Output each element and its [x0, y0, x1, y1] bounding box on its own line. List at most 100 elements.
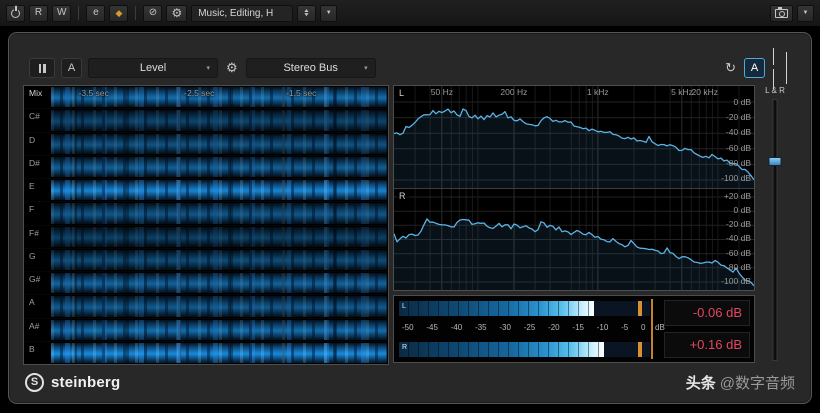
compare-button[interactable]: ◆ — [109, 4, 129, 22]
db-label: 0 dB — [733, 97, 752, 107]
fader-column: L & R — [761, 85, 789, 365]
scale-tick: -45 — [426, 323, 438, 332]
db-label: -60 dB — [725, 142, 751, 153]
layout-single-button[interactable] — [771, 47, 776, 89]
note-label: F — [29, 204, 35, 215]
chevron-down-icon: ▾ — [206, 65, 210, 72]
spectrogram-band — [51, 133, 387, 154]
fader-handle[interactable] — [768, 157, 782, 166]
plugin-content: Mix C# D D# E F F# G G# A A# B -3.5 sec … — [23, 85, 797, 365]
meter-bar-left: L — [399, 301, 650, 316]
spectrogram-band — [51, 226, 387, 247]
chromagram-row: A# — [24, 318, 388, 342]
snapshot-a-button[interactable]: A — [744, 58, 765, 78]
edit-channel-button[interactable]: e — [86, 4, 106, 22]
preset-menu-button[interactable]: ▼ — [320, 4, 338, 22]
level-meter-panel: L -50 -45 -40 -35 -30 -25 -20 -15 -10 -5… — [393, 295, 755, 363]
module-select[interactable]: Level ▾ — [88, 58, 218, 78]
gear-icon: ⚙ — [226, 60, 238, 75]
header-right-controls: ↻ A — [723, 47, 791, 89]
steinberg-logo-icon: S — [25, 372, 44, 392]
spectrogram-band — [51, 342, 387, 363]
chromagram-row: D# — [24, 155, 388, 179]
chromagram-row: G — [24, 248, 388, 272]
toolbar-separator — [135, 6, 137, 20]
diamond-icon: ◆ — [115, 7, 123, 18]
plugin-footer: S steinberg 头条 @数字音频 — [25, 365, 795, 399]
note-label: B — [29, 343, 35, 354]
source-select-value: Stereo Bus — [283, 62, 338, 74]
camera-icon — [775, 6, 788, 18]
db-label: +20 dB — [723, 191, 751, 201]
fader-track[interactable] — [772, 99, 778, 361]
write-automation-button[interactable]: W — [52, 4, 72, 22]
plugin-settings-button[interactable]: ⚙ — [166, 4, 188, 22]
db-label: -100 dB — [721, 172, 751, 183]
note-label: D# — [29, 157, 40, 168]
reset-button[interactable]: ↻ — [723, 60, 738, 76]
spectrogram-band — [51, 319, 387, 340]
spectrogram-band — [51, 249, 387, 270]
pause-icon — [38, 63, 46, 73]
note-label: C# — [29, 111, 40, 122]
spectrogram-band — [51, 273, 387, 294]
db-label: -100 dB — [721, 275, 751, 286]
layout-split-icon — [786, 52, 787, 84]
spectrum-left-channel: L 50 Hz 200 Hz 1 kHz 5 kHz 20 kHz 0 dB -… — [394, 86, 754, 189]
toolbar-separator — [78, 6, 80, 20]
bypass-button[interactable]: ⊘ — [143, 4, 163, 22]
time-label: -3.5 sec — [78, 88, 109, 98]
chevron-down-icon: ▾ — [364, 65, 368, 72]
freq-label: 20 kHz — [691, 87, 718, 97]
db-label: 0 dB — [733, 205, 752, 216]
meter-channel-label: L — [402, 303, 406, 310]
freq-label: 200 Hz — [500, 87, 528, 97]
peak-hold-marker — [638, 342, 643, 357]
preset-selector[interactable]: Music, Editing, H — [191, 4, 294, 22]
preset-prev-next-button[interactable]: ▲ ▼ — [297, 4, 317, 22]
preset-name: Music, Editing, H — [198, 7, 274, 19]
output-menu-button[interactable]: ▼ — [797, 4, 814, 22]
chromagram-row: D — [24, 132, 388, 156]
spectrum-curve-left — [394, 86, 754, 188]
snapshot-camera-button[interactable] — [770, 4, 793, 22]
db-label: -20 dB — [725, 219, 751, 230]
pause-button[interactable] — [29, 58, 55, 78]
scale-tick: -25 — [523, 323, 536, 332]
refresh-icon: ↻ — [725, 60, 736, 75]
chevron-down-icon: ▼ — [325, 10, 332, 16]
bypass-icon: ⊘ — [148, 7, 158, 18]
spectrogram-band — [51, 203, 387, 224]
db-label: -20 dB — [725, 112, 751, 123]
watermark: 头条 @数字音频 — [686, 372, 795, 393]
ab-toggle-button[interactable]: A — [61, 58, 82, 78]
scale-tick: -5 — [621, 323, 629, 332]
scale-tick: -10 — [596, 323, 609, 332]
note-label: A — [29, 297, 35, 308]
db-label: -40 dB — [725, 127, 751, 138]
note-label: F# — [29, 227, 39, 238]
supervision-plugin-window: A Level ▾ ⚙ Stereo Bus ▾ ↻ A Mix C# D D#… — [8, 32, 812, 404]
read-automation-button[interactable]: R — [29, 4, 48, 22]
module-settings-button[interactable]: ⚙ — [224, 60, 240, 76]
fader-label: L & R — [765, 86, 785, 95]
note-label: G# — [29, 274, 41, 284]
header-left-controls: A Level ▾ ⚙ Stereo Bus ▾ — [29, 58, 376, 78]
layout-split-button[interactable] — [782, 52, 791, 84]
scale-tick: 0 — [641, 323, 646, 332]
spectrogram-band — [51, 180, 387, 201]
channel-tag: L — [397, 88, 408, 99]
chromagram-panel: Mix C# D D# E F F# G G# A A# B -3.5 sec … — [23, 85, 389, 365]
plugin-power-button[interactable] — [6, 4, 25, 22]
source-select[interactable]: Stereo Bus ▾ — [245, 58, 376, 78]
zero-db-marker — [650, 299, 653, 359]
scale-tick: -35 — [475, 323, 487, 332]
time-label: -1.5 sec — [286, 88, 317, 98]
chromagram-row: C# — [24, 109, 388, 133]
top-toolbar: R W e ◆ ⊘ ⚙ Music, Editing, H ▲ ▼ ▼ ▼ — [0, 0, 820, 26]
db-label: -60 dB — [725, 247, 751, 258]
meter-scale: -50 -45 -40 -35 -30 -25 -20 -15 -10 -5 0 — [402, 323, 646, 335]
db-label: -40 dB — [725, 233, 751, 244]
freq-label: 50 Hz — [430, 87, 453, 97]
meter-fill-left — [399, 301, 595, 316]
